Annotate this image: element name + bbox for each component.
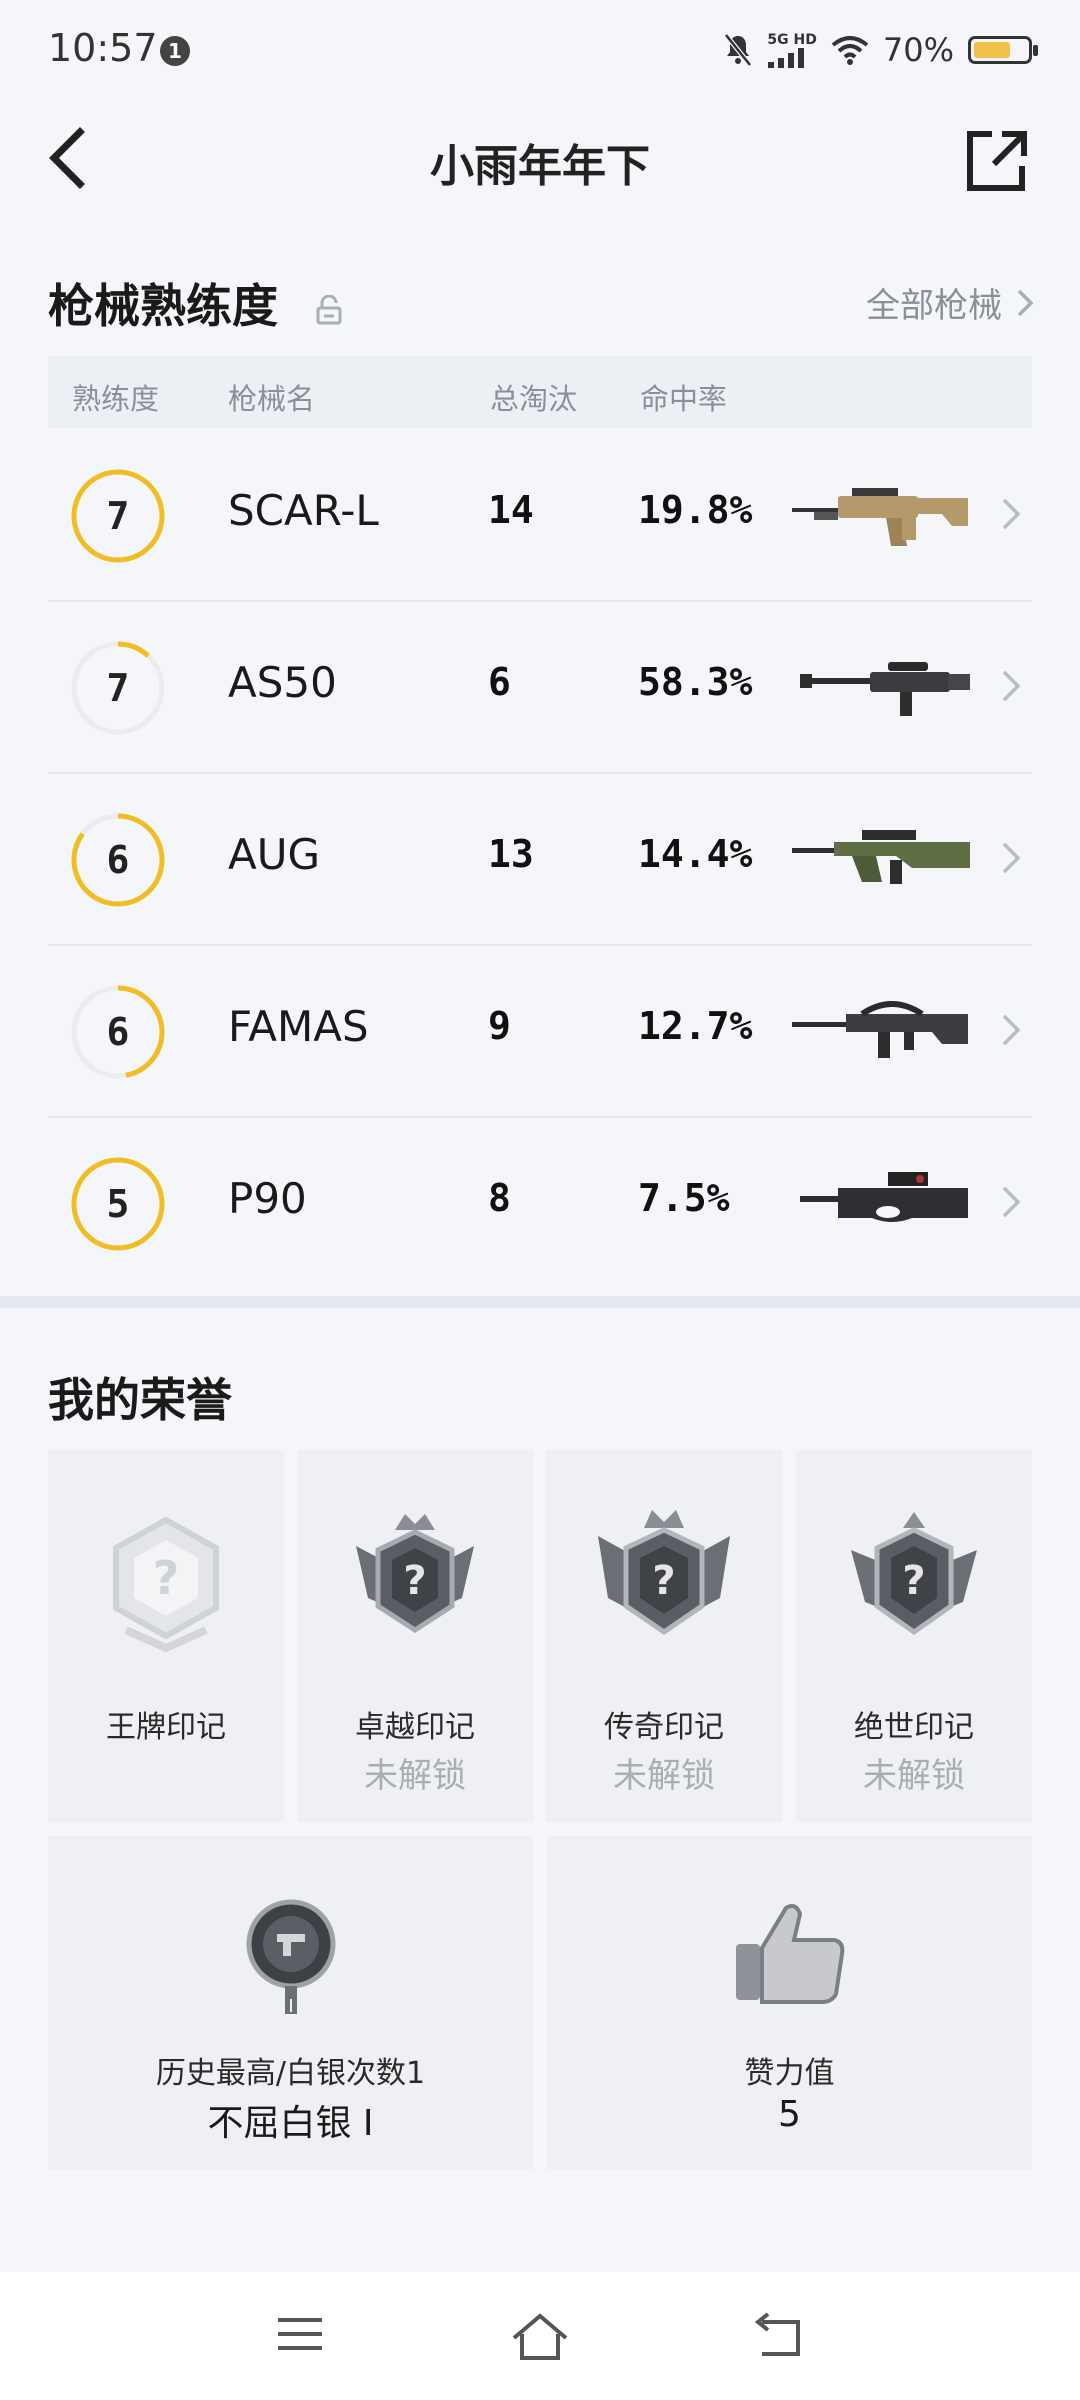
silver-rank-badge-icon: I — [246, 1899, 335, 2017]
weapon-kills: 13 — [488, 832, 534, 876]
back-icon[interactable] — [754, 2312, 804, 2358]
network-label: 5G HD — [767, 32, 817, 48]
notification-badge: 1 — [160, 36, 190, 66]
menu-icon[interactable] — [276, 2312, 324, 2356]
proficiency-level: 6 — [106, 1010, 130, 1054]
weapon-hit-rate: 7.5% — [638, 1176, 730, 1220]
all-weapons-label: 全部枪械 — [866, 286, 1002, 326]
honor-section-title: 我的荣誉 — [48, 1373, 232, 1427]
excellent-mark-badge-icon: ? — [356, 1514, 474, 1633]
proficiency-level: 6 — [106, 838, 130, 882]
chevron-right-icon — [1002, 1014, 1021, 1046]
page-title: 小雨年年下 — [430, 141, 650, 192]
weapon-name: AUG — [228, 830, 321, 879]
honor-tile-excellent[interactable]: ? 卓越印记 未解锁 — [297, 1450, 533, 1822]
home-icon[interactable] — [510, 2312, 570, 2362]
history-rank-tile[interactable]: I 历史最高/白银次数1 不屈白银 Ⅰ — [48, 1836, 533, 2170]
weapon-hit-rate: 19.8% — [638, 488, 753, 532]
weapon-row-aug[interactable]: 6 AUG 13 14.4% — [48, 774, 1032, 946]
proficiency-level: 7 — [106, 494, 130, 538]
col-total-kills: 总淘汰 — [490, 382, 578, 416]
weapon-hit-rate: 12.7% — [638, 1004, 753, 1048]
weapon-name: SCAR-L — [228, 486, 379, 535]
weapon-name: AS50 — [228, 658, 337, 707]
svg-text:?: ? — [902, 1558, 925, 1604]
weapons-section-title: 枪械熟练度 — [48, 270, 342, 336]
likes-tile[interactable]: 赞力值 5 — [547, 1836, 1032, 2170]
honor-status: 未解锁 — [364, 1756, 466, 1796]
weapons-table-header: 熟练度 枪械名 总淘汰 命中率 — [48, 356, 1032, 428]
system-nav-bar — [0, 2272, 1080, 2400]
chevron-right-icon — [1017, 289, 1034, 316]
aug-rifle-icon — [792, 830, 970, 884]
weapon-kills: 6 — [488, 660, 511, 704]
battery-percent: 70% — [882, 31, 954, 69]
thumbs-up-icon — [735, 1904, 844, 2004]
status-icons: 5G HD 70% — [723, 28, 1038, 72]
honor-tile-legend[interactable]: ? 传奇印记 未解锁 — [546, 1450, 782, 1822]
honor-tile-peerless[interactable]: ? 绝世印记 未解锁 — [796, 1450, 1032, 1822]
weapons-list: 7 SCAR-L 14 19.8% 7 AS50 6 58.3% 6 AUG 1… — [48, 430, 1032, 1288]
honor-status: 未解锁 — [863, 1756, 965, 1796]
weapon-row-scar-l[interactable]: 7 SCAR-L 14 19.8% — [48, 430, 1032, 602]
battery-icon — [968, 36, 1038, 64]
all-weapons-link[interactable]: 全部枪械 — [866, 278, 1034, 327]
svg-text:?: ? — [403, 1558, 426, 1604]
weapon-row-as50[interactable]: 7 AS50 6 58.3% — [48, 602, 1032, 774]
status-bar: 10:57 1 5G HD 70% — [0, 0, 1080, 100]
mute-bell-icon — [724, 33, 753, 67]
unlock-icon[interactable] — [316, 294, 342, 325]
signal-icon: 5G HD — [767, 32, 817, 68]
chevron-right-icon — [1002, 498, 1021, 530]
p90-smg-icon — [800, 1172, 968, 1222]
weapon-hit-rate: 58.3% — [638, 660, 753, 704]
weapon-name: P90 — [228, 1174, 307, 1223]
honor-tile-ace[interactable]: ? 王牌印记 — [48, 1450, 284, 1822]
weapon-kills: 8 — [488, 1176, 511, 1220]
wifi-icon — [831, 36, 869, 65]
col-proficiency: 熟练度 — [72, 382, 160, 416]
scar-l-rifle-icon — [792, 488, 968, 546]
weapon-row-p90[interactable]: 5 P90 8 7.5% — [48, 1118, 1032, 1288]
weapon-name: FAMAS — [228, 1002, 369, 1051]
honor-name: 卓越印记 — [355, 1710, 475, 1745]
chevron-right-icon — [1002, 842, 1021, 874]
honor-name: 绝世印记 — [854, 1710, 974, 1745]
likes-value: 5 — [778, 2094, 801, 2135]
svg-text:?: ? — [153, 1551, 180, 1605]
peerless-mark-badge-icon: ? — [851, 1512, 977, 1636]
likes-label: 赞力值 — [744, 2056, 835, 2091]
honor-name: 传奇印记 — [604, 1710, 724, 1745]
svg-text:?: ? — [652, 1558, 675, 1604]
col-weapon-name: 枪械名 — [228, 382, 316, 416]
share-external-icon[interactable] — [964, 122, 1028, 194]
col-hit-rate: 命中率 — [640, 382, 728, 416]
famas-rifle-icon — [792, 1001, 968, 1058]
as50-sniper-icon — [800, 662, 970, 716]
honor-status: 未解锁 — [613, 1756, 715, 1796]
app-header: 小雨年年下 — [0, 100, 1080, 220]
honor-name: 王牌印记 — [106, 1710, 226, 1745]
rank-label: 历史最高/白银次数1 — [155, 2056, 426, 2091]
chevron-right-icon — [1002, 670, 1021, 702]
legend-mark-badge-icon: ? — [598, 1510, 730, 1636]
weapon-kills: 9 — [488, 1004, 511, 1048]
section-divider — [0, 1296, 1080, 1308]
ace-mark-badge-icon: ? — [113, 1516, 219, 1653]
svg-text:I: I — [288, 1996, 293, 2017]
status-time: 10:57 — [48, 26, 158, 70]
weapons-title-text: 枪械熟练度 — [48, 279, 278, 333]
proficiency-level: 5 — [106, 1182, 130, 1226]
chevron-right-icon — [1002, 1186, 1021, 1218]
weapon-hit-rate: 14.4% — [638, 832, 753, 876]
weapon-kills: 14 — [488, 488, 534, 532]
rank-value: 不屈白银 Ⅰ — [207, 2103, 374, 2144]
proficiency-level: 7 — [106, 666, 130, 710]
weapon-row-famas[interactable]: 6 FAMAS 9 12.7% — [48, 946, 1032, 1118]
